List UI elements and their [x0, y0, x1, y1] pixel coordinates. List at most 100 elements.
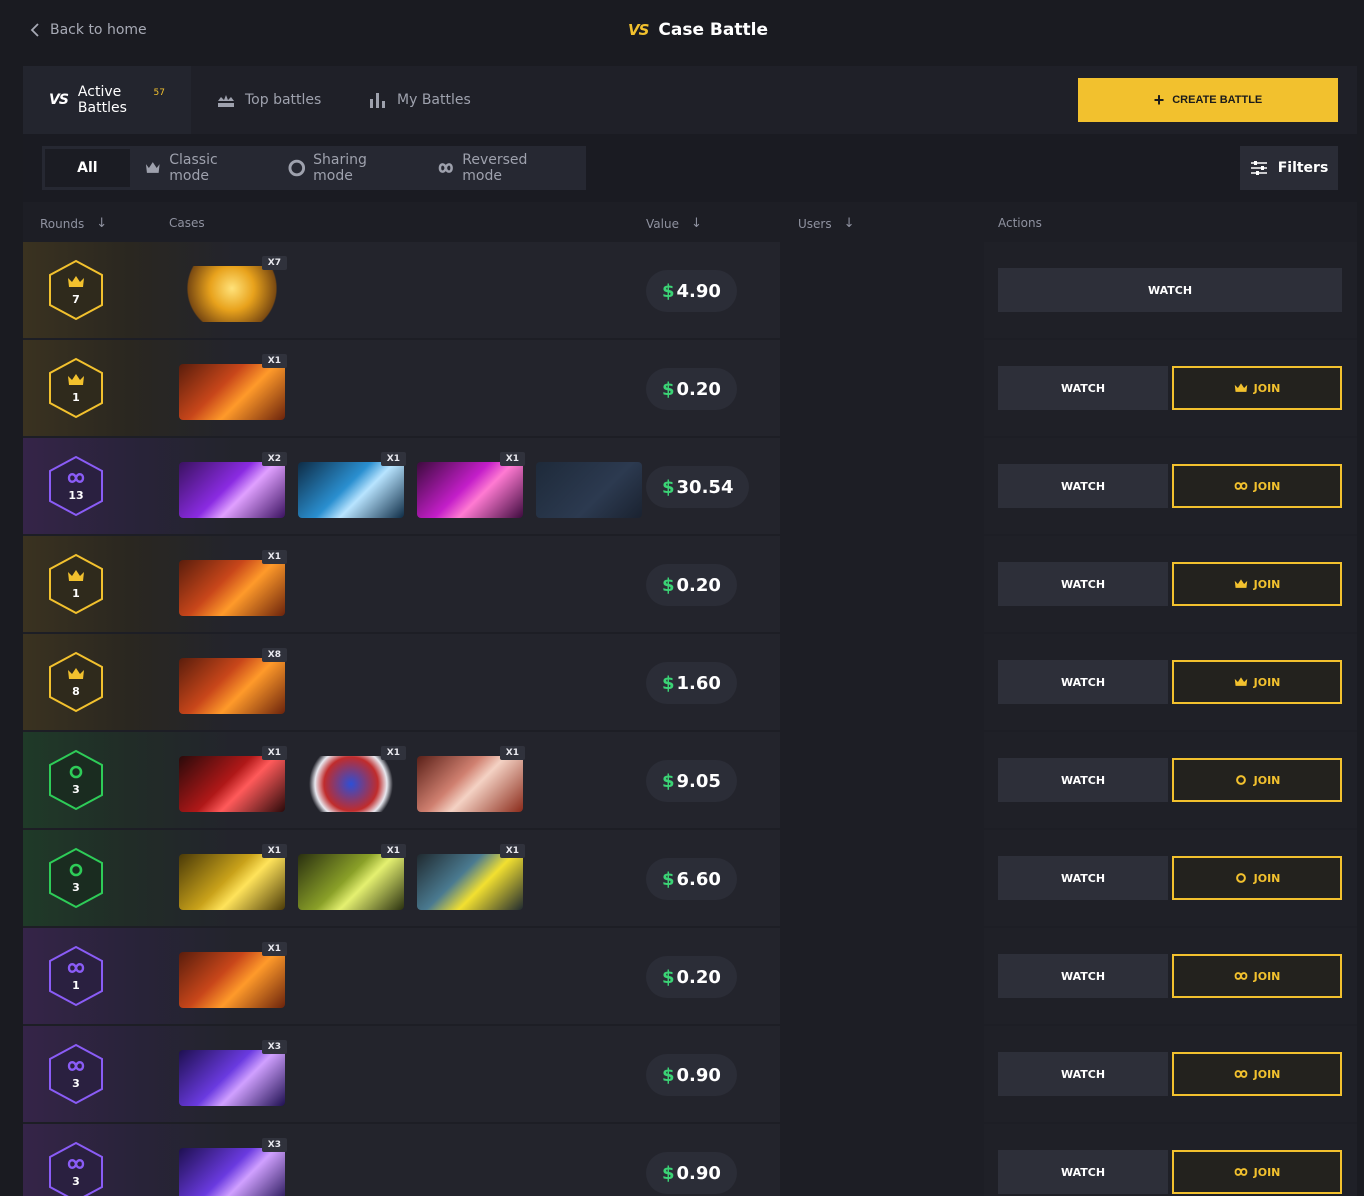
bar-chart-icon: [370, 93, 385, 108]
rounds-badge: 1: [45, 945, 107, 1007]
case-thumbnail[interactable]: X8: [179, 648, 287, 718]
active-count-badge: 57: [153, 88, 165, 98]
join-label: JOIN: [1253, 577, 1281, 591]
reversed-loop-icon: [1234, 1168, 1248, 1176]
join-label: JOIN: [1253, 871, 1281, 885]
tab-my-battles[interactable]: My Battles: [343, 66, 497, 134]
value-amount: 0.20: [676, 574, 721, 596]
case-thumbnail[interactable]: X3: [179, 1138, 287, 1196]
sort-arrow-icon[interactable]: ↓: [96, 216, 107, 231]
battle-row: 3 X3 $ 0.90 WATCH JOIN: [23, 1124, 1357, 1196]
battle-row: 8 X8 $ 1.60 WATCH JOIN: [23, 634, 1357, 730]
watch-button[interactable]: WATCH: [998, 954, 1168, 998]
rounds-count: 3: [72, 783, 80, 796]
watch-button[interactable]: WATCH: [998, 1150, 1168, 1194]
case-thumbnail[interactable]: X1: [179, 844, 287, 914]
rounds-badge: 3: [45, 1141, 107, 1196]
watch-button[interactable]: WATCH: [998, 268, 1342, 312]
watch-button[interactable]: WATCH: [998, 758, 1168, 802]
case-thumbnail[interactable]: X7: [179, 256, 287, 326]
join-button[interactable]: JOIN: [1172, 758, 1342, 802]
watch-button[interactable]: WATCH: [998, 562, 1168, 606]
join-button[interactable]: JOIN: [1172, 1150, 1342, 1194]
battle-info: 3 X3 $ 0.90: [23, 1124, 780, 1196]
back-label: Back to home: [50, 22, 147, 38]
battle-row: 7 X7 $ 4.90 WATCH: [23, 242, 1357, 338]
join-button[interactable]: JOIN: [1172, 856, 1342, 900]
join-label: JOIN: [1253, 773, 1281, 787]
case-quantity-badge: X1: [499, 452, 525, 466]
column-value[interactable]: Value ↓: [646, 216, 702, 231]
tab-active-battles[interactable]: VS Active Battles 57: [23, 66, 191, 134]
watch-button[interactable]: WATCH: [998, 856, 1168, 900]
case-thumbnail[interactable]: [536, 452, 644, 522]
case-image: [417, 462, 523, 518]
case-thumbnail[interactable]: X1: [298, 746, 406, 816]
battle-value: $ 1.60: [646, 662, 737, 704]
watch-button[interactable]: WATCH: [998, 1052, 1168, 1096]
case-quantity-badge: X3: [261, 1138, 287, 1152]
join-button[interactable]: JOIN: [1172, 954, 1342, 998]
column-users[interactable]: Users ↓: [798, 216, 855, 231]
podium-icon: [218, 95, 234, 107]
join-button[interactable]: JOIN: [1172, 366, 1342, 410]
tab-top-battles[interactable]: Top battles: [191, 66, 347, 134]
case-image: [179, 658, 285, 714]
watch-button[interactable]: WATCH: [998, 464, 1168, 508]
filters-button[interactable]: Filters: [1240, 146, 1338, 190]
case-thumbnail[interactable]: X2: [179, 452, 287, 522]
create-battle-button[interactable]: + CREATE BATTLE: [1078, 78, 1338, 122]
mode-filter-row: All Classic mode Sharing mode Reversed m…: [23, 134, 1357, 202]
battle-row: 1 X1 $ 0.20 WATCH JOIN: [23, 340, 1357, 436]
tabs-row: VS Active Battles 57 Top battles My Batt…: [23, 66, 1357, 134]
case-quantity-badge: X7: [261, 256, 287, 270]
mode-label: All: [77, 160, 98, 176]
watch-label: WATCH: [1060, 773, 1106, 787]
page-title: VS Case Battle: [628, 20, 768, 40]
mode-label: Classic mode: [169, 152, 218, 184]
table-header: Rounds ↓ Cases Value ↓ Users ↓ Actions: [23, 202, 1357, 242]
sliders-icon: [1250, 161, 1267, 175]
case-thumbnail[interactable]: X1: [179, 550, 287, 620]
mode-classic[interactable]: Classic mode: [130, 149, 274, 187]
case-thumbnail[interactable]: X1: [417, 452, 525, 522]
crown-icon: [68, 570, 84, 581]
tab-label: Top battles: [245, 92, 322, 108]
join-button[interactable]: JOIN: [1172, 464, 1342, 508]
mode-sharing[interactable]: Sharing mode: [274, 149, 423, 187]
column-rounds[interactable]: Rounds ↓: [40, 216, 107, 231]
battle-value: $ 30.54: [646, 466, 750, 508]
case-quantity-badge: X1: [380, 746, 406, 760]
case-thumbnail[interactable]: X1: [298, 452, 406, 522]
watch-button[interactable]: WATCH: [998, 660, 1168, 704]
battle-value: $ 0.20: [646, 564, 737, 606]
tab-label: Active Battles: [77, 84, 127, 116]
case-thumbnail[interactable]: X1: [179, 354, 287, 424]
sort-arrow-icon[interactable]: ↓: [844, 216, 855, 231]
watch-label: WATCH: [1060, 1165, 1106, 1179]
case-thumbnail[interactable]: X1: [179, 746, 287, 816]
case-thumbnail[interactable]: X1: [417, 746, 525, 816]
hexagon-frame: [49, 357, 103, 419]
case-thumbnail[interactable]: X1: [179, 942, 287, 1012]
join-button[interactable]: JOIN: [1172, 660, 1342, 704]
back-to-home-link[interactable]: Back to home: [30, 22, 147, 38]
case-thumbnail[interactable]: X1: [417, 844, 525, 914]
watch-button[interactable]: WATCH: [998, 366, 1168, 410]
mode-all[interactable]: All: [45, 149, 130, 187]
join-button[interactable]: JOIN: [1172, 562, 1342, 606]
mode-reversed[interactable]: Reversed mode: [423, 149, 583, 187]
currency-symbol: $: [662, 770, 675, 792]
plus-icon: +: [1153, 90, 1165, 110]
sharing-ring-icon: [1235, 775, 1246, 785]
case-thumbnail[interactable]: X3: [179, 1040, 287, 1110]
battle-info: 7 X7 $ 4.90: [23, 242, 780, 338]
case-thumbnail[interactable]: X1: [298, 844, 406, 914]
rounds-badge: 3: [45, 847, 107, 909]
join-button[interactable]: JOIN: [1172, 1052, 1342, 1096]
sort-arrow-icon[interactable]: ↓: [691, 216, 702, 231]
battle-value: $ 0.20: [646, 368, 737, 410]
hexagon-frame: [49, 1043, 103, 1105]
hexagon-frame: [49, 553, 103, 615]
column-label: Value: [646, 216, 679, 231]
